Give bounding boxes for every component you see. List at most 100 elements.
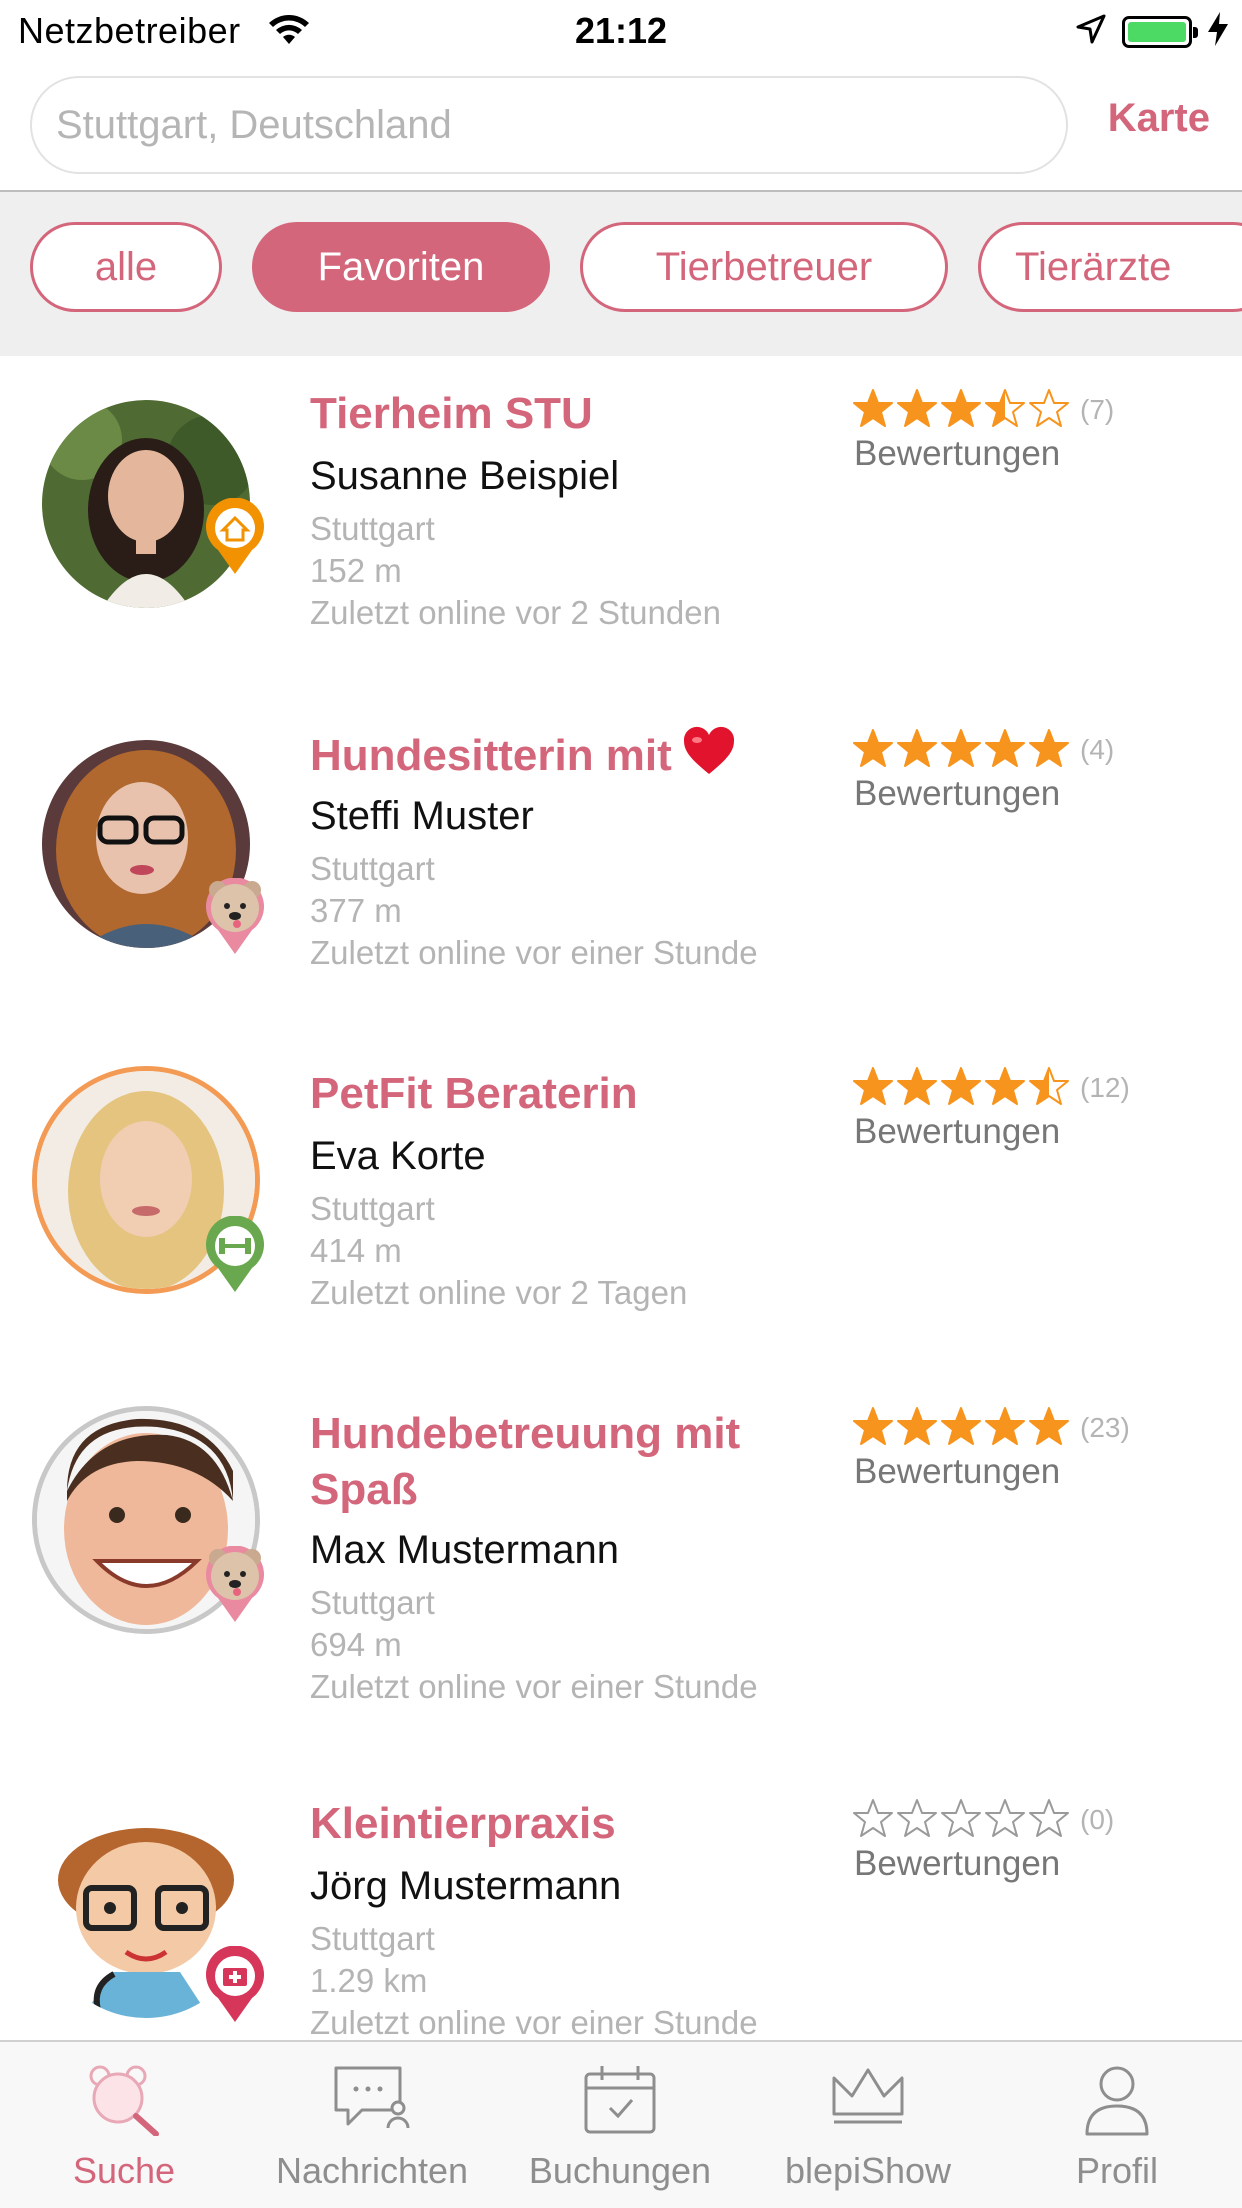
result-card[interactable]: Hundebetreuung mit Spaß Max Mustermann S… [0, 1372, 1242, 1732]
city-label: Stuttgart [310, 850, 435, 887]
listing-title: Hundebetreuung mit Spaß [310, 1409, 741, 1514]
search-header: Karte [0, 62, 1242, 192]
vet-medical-icon [204, 1945, 266, 2024]
star-half-icon [985, 389, 1025, 427]
person-icon [1083, 2064, 1151, 2141]
heart-icon [682, 726, 736, 790]
star-filled-icon [897, 1407, 937, 1445]
city-label: Stuttgart [310, 510, 435, 547]
crown-icon [828, 2064, 908, 2135]
location-search-input[interactable] [30, 76, 1068, 174]
star-filled-icon [985, 1407, 1025, 1445]
star-empty-icon [985, 1799, 1025, 1837]
rating-label: Bewertungen [854, 1452, 1061, 1491]
avatar [42, 400, 264, 608]
last-online-label: Zuletzt online vor einer Stunde [310, 934, 758, 971]
rating-count: (0) [1080, 1804, 1115, 1835]
avatar [32, 1066, 264, 1294]
charging-bolt-icon [1208, 12, 1228, 51]
star-filled-icon [941, 1407, 981, 1445]
filter-vets-pill[interactable]: Tierärzte [978, 222, 1242, 312]
star-empty-icon [1029, 1799, 1069, 1837]
location-arrow-icon [1076, 14, 1106, 49]
result-card[interactable]: Hundesitterin mit Steffi Muster Stuttgar… [0, 696, 1242, 1002]
rating-count: (12) [1080, 1072, 1130, 1103]
tab-label: Buchungen [528, 2150, 712, 2191]
star-filled-icon [897, 389, 937, 427]
distance-label: 1.29 km [310, 1962, 428, 1999]
chat-icon [332, 2064, 412, 2135]
map-button[interactable]: Karte [1108, 96, 1210, 141]
rating-label: Bewertungen [854, 1844, 1061, 1883]
fitness-dumbbell-icon [204, 1215, 266, 1294]
star-filled-icon [853, 389, 893, 427]
shelter-house-icon [204, 497, 266, 576]
city-label: Stuttgart [310, 1920, 435, 1957]
star-filled-icon [941, 729, 981, 767]
listing-title: Tierheim STU [310, 389, 593, 438]
tab-label: Nachrichten [275, 2150, 469, 2191]
calendar-icon [582, 2064, 658, 2141]
tab-label: Suche [72, 2150, 176, 2191]
star-empty-icon [1029, 389, 1069, 427]
star-filled-icon [853, 729, 893, 767]
star-empty-icon [897, 1799, 937, 1837]
distance-label: 152 m [310, 552, 402, 589]
star-rating [852, 1406, 1070, 1446]
last-online-label: Zuletzt online vor 2 Tagen [310, 1274, 688, 1311]
tab-bookings[interactable]: Buchungen [496, 2042, 744, 2208]
tab-messages[interactable]: Nachrichten [248, 2042, 496, 2208]
star-filled-icon [1029, 1407, 1069, 1445]
listing-title-text: Hundesitterin mit [310, 731, 672, 780]
star-filled-icon [897, 729, 937, 767]
filter-favorites-pill[interactable]: Favoriten [252, 222, 550, 312]
pet-sitter-bear-icon [204, 877, 266, 956]
status-bar: Netzbetreiber 21:12 [0, 0, 1242, 62]
star-filled-icon [985, 729, 1025, 767]
pet-sitter-bear-icon [204, 1545, 266, 1624]
distance-label: 694 m [310, 1626, 402, 1663]
provider-name: Max Mustermann [310, 1528, 619, 1572]
star-filled-icon [941, 389, 981, 427]
star-rating [852, 1798, 1070, 1838]
battery-icon [1122, 15, 1198, 48]
tab-search[interactable]: Suche [0, 2042, 248, 2208]
tab-bar: Suche Nachrichten Buchungen blepiShow Pr… [0, 2040, 1242, 2208]
tab-blepishow[interactable]: blepiShow [744, 2042, 992, 2208]
last-online-label: Zuletzt online vor einer Stunde [310, 1668, 758, 1705]
city-label: Stuttgart [310, 1584, 435, 1621]
provider-name: Steffi Muster [310, 794, 534, 838]
star-filled-icon [941, 1067, 981, 1105]
rating-label: Bewertungen [854, 1112, 1061, 1151]
rating-label: Bewertungen [854, 774, 1061, 813]
provider-name: Jörg Mustermann [310, 1864, 622, 1908]
rating-count: (23) [1080, 1412, 1130, 1443]
provider-name: Eva Korte [310, 1134, 486, 1178]
tab-profile[interactable]: Profil [992, 2042, 1242, 2208]
result-card[interactable]: Tierheim STU Susanne Beispiel Stuttgart … [0, 356, 1242, 662]
provider-name: Susanne Beispiel [310, 454, 620, 498]
search-bear-icon [84, 2064, 164, 2141]
tab-label: blepiShow [784, 2150, 952, 2191]
last-online-label: Zuletzt online vor einer Stunde [310, 2004, 758, 2040]
clock: 21:12 [574, 10, 668, 51]
listing-title: Hundesitterin mit [310, 726, 830, 790]
star-half-icon [1029, 1067, 1069, 1105]
star-empty-icon [941, 1799, 981, 1837]
rating-label: Bewertungen [854, 434, 1061, 473]
distance-label: 414 m [310, 1232, 402, 1269]
filter-sitters-pill[interactable]: Tierbetreuer [580, 222, 948, 312]
result-card[interactable]: Kleintierpraxis Jörg Mustermann Stuttgar… [0, 1766, 1242, 2040]
listing-title: PetFit Beraterin [310, 1069, 638, 1118]
rating-count: (7) [1080, 394, 1115, 425]
avatar [42, 1810, 264, 2022]
avatar [32, 1406, 264, 1634]
result-card[interactable]: PetFit Beraterin Eva Korte Stuttgart 414… [0, 1034, 1242, 1340]
star-rating [852, 388, 1070, 428]
star-empty-icon [853, 1799, 893, 1837]
filter-all-pill[interactable]: alle [30, 222, 222, 312]
star-rating [852, 1066, 1070, 1106]
avatar [42, 740, 264, 954]
tab-label: Profil [1075, 2150, 1159, 2191]
star-filled-icon [1029, 729, 1069, 767]
